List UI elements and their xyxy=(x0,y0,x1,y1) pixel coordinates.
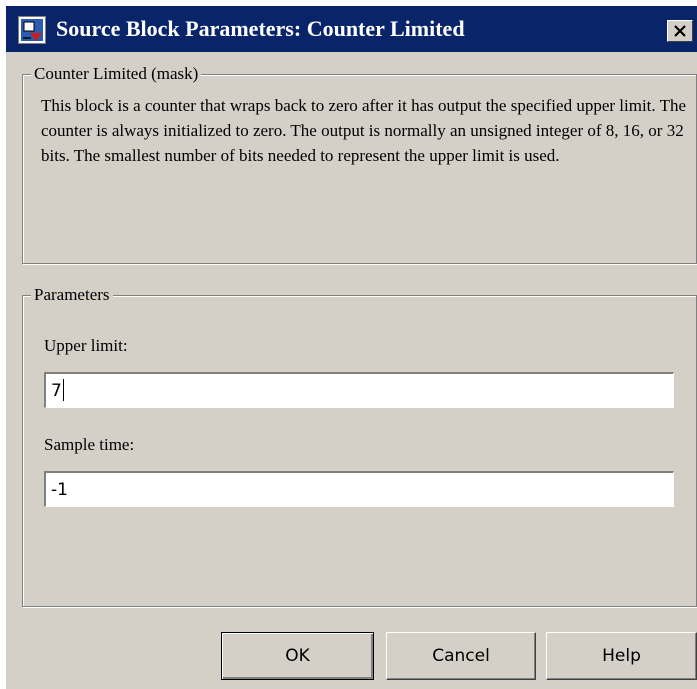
upper-limit-input[interactable] xyxy=(44,372,674,408)
close-icon xyxy=(674,25,686,37)
cancel-button[interactable]: Cancel xyxy=(386,632,536,680)
close-button[interactable] xyxy=(667,20,693,42)
title-bar[interactable]: Source Block Parameters: Counter Limited xyxy=(6,6,697,52)
sample-time-input[interactable] xyxy=(44,471,674,507)
parameters-group-label: Parameters xyxy=(31,283,113,307)
upper-limit-label: Upper limit: xyxy=(44,336,128,355)
text-cursor xyxy=(63,379,64,401)
simulink-block-icon xyxy=(18,16,46,44)
help-button[interactable]: Help xyxy=(546,632,697,680)
ok-button[interactable]: OK xyxy=(221,632,374,680)
mask-description-text: This block is a counter that wraps back … xyxy=(41,96,687,165)
mask-group-label: Counter Limited (mask) xyxy=(31,62,202,86)
mask-description-group: Counter Limited (mask) This block is a c… xyxy=(22,62,697,264)
window-title: Source Block Parameters: Counter Limited xyxy=(56,16,465,41)
sample-time-label: Sample time: xyxy=(44,435,135,454)
